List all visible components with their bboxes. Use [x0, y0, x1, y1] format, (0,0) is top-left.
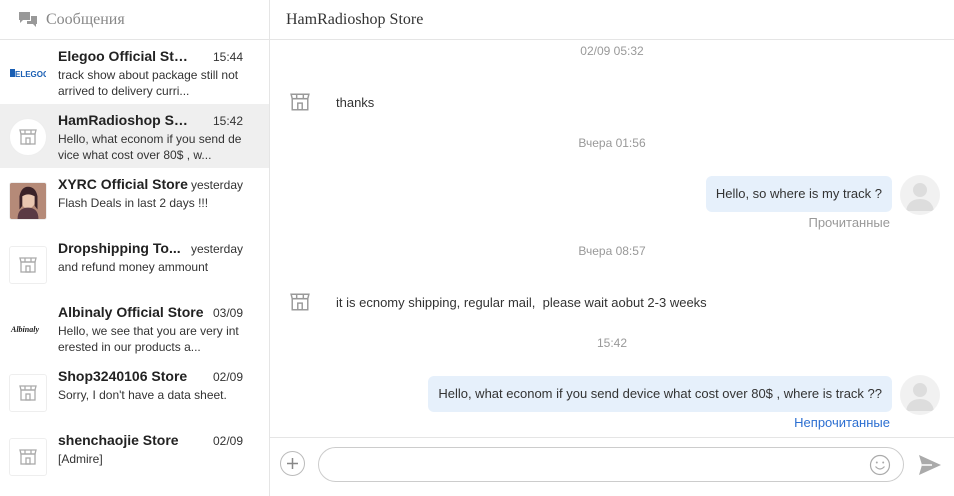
outgoing-message: Hello, so where is my track ? [705, 176, 892, 212]
conversation-item-dropshipping[interactable]: Dropshipping To... yesterday and refund … [0, 232, 269, 296]
conversation-time: yesterday [190, 178, 243, 192]
incoming-message: thanks [336, 95, 375, 110]
conversation-item-elegoo[interactable]: ELEGOO Elegoo Official Store 15:44 track… [0, 40, 269, 104]
conversation-preview: Sorry, I don't have a data sheet. [58, 388, 227, 402]
message-timestamp: 02/09 05:32 [580, 44, 644, 58]
conversation-name: Shop3240106 Store [58, 368, 188, 384]
message-status-read: Прочитанные [808, 215, 890, 230]
conversation-name: Dropshipping To... [58, 240, 181, 256]
conversation-time: 15:42 [212, 114, 243, 128]
svg-text:Albinaly: Albinaly [10, 325, 39, 334]
shop-icon [9, 118, 47, 156]
conversation-time: 02/09 [212, 434, 243, 448]
conversation-preview: [Admire] [58, 452, 103, 466]
conversation-preview: Flash Deals in last 2 days !!! [58, 196, 209, 210]
chat-store-name: HamRadioshop Store [286, 10, 424, 28]
send-icon[interactable] [918, 454, 942, 476]
albinaly-logo: Albinaly [9, 310, 47, 348]
message-timestamp: Вчера 08:57 [578, 244, 646, 258]
emoji-icon[interactable] [869, 454, 891, 476]
conversation-time: 03/09 [212, 306, 243, 320]
plus-icon [287, 458, 298, 469]
person-photo-avatar [9, 182, 47, 220]
chat-bubbles-icon [19, 11, 37, 27]
chat-header: HamRadioshop Store [270, 0, 954, 40]
user-avatar [900, 175, 940, 215]
conversation-preview: Hello, what econom if you send de vice w… [58, 132, 242, 162]
conversation-name: Elegoo Official Store [58, 48, 188, 64]
shop-icon [9, 438, 47, 476]
conversation-item-shenchaojie[interactable]: shenchaojie Store 02/09 [Admire] [0, 424, 269, 488]
message-timestamp: Вчера 01:56 [578, 136, 646, 150]
sidebar-title: Сообщения [46, 10, 125, 28]
conversation-name: HamRadioshop Store [58, 112, 188, 128]
shop-icon [9, 246, 47, 284]
sidebar-header: Сообщения [0, 0, 269, 40]
message-timestamp: 15:42 [596, 336, 628, 350]
elegoo-logo: ELEGOO [9, 54, 47, 92]
shop-icon [9, 374, 47, 412]
conversation-name: Albinaly Official Store [58, 304, 204, 320]
shop-icon [290, 93, 310, 111]
conversation-time: yesterday [190, 242, 243, 256]
shop-icon [290, 293, 310, 311]
message-input-wrapper [318, 447, 904, 482]
conversation-time: 02/09 [212, 370, 243, 384]
add-attachment-button[interactable] [280, 451, 305, 476]
conversation-item-hamradioshop[interactable]: HamRadioshop Store 15:42 Hello, what eco… [0, 104, 269, 168]
conversation-item-xyrc[interactable]: XYRC Official Store yesterday Flash Deal… [0, 168, 269, 232]
conversation-preview: Hello, we see that you are very int eres… [58, 324, 239, 354]
messenger-app: Сообщения ELEGOO Elegoo Official Store 1… [0, 0, 954, 496]
conversation-sidebar: Сообщения ELEGOO Elegoo Official Store 1… [0, 0, 270, 496]
user-avatar [900, 375, 940, 415]
conversation-preview: and refund money ammount [58, 260, 209, 274]
incoming-message: it is ecnomy shipping, regular mail, ple… [336, 295, 707, 310]
svg-text:ELEGOO: ELEGOO [15, 70, 46, 79]
conversation-preview: track show about package still not arriv… [58, 68, 239, 98]
conversation-time: 15:44 [212, 50, 243, 64]
message-status-unread: Непрочитанные [794, 415, 890, 430]
conversation-name: XYRC Official Store [58, 176, 188, 192]
conversation-item-shop3240106[interactable]: Shop3240106 Store 02/09 Sorry, I don't h… [0, 360, 269, 424]
message-composer [270, 437, 954, 496]
message-input[interactable] [331, 454, 861, 476]
conversation-name: shenchaojie Store [58, 432, 179, 448]
outgoing-message: Hello, what econom if you send device wh… [428, 376, 892, 412]
conversation-item-albinaly[interactable]: Albinaly Albinaly Official Store 03/09 H… [0, 296, 269, 360]
chat-panel: HamRadioshop Store 02/09 05:32 thanks Вч… [270, 0, 954, 496]
